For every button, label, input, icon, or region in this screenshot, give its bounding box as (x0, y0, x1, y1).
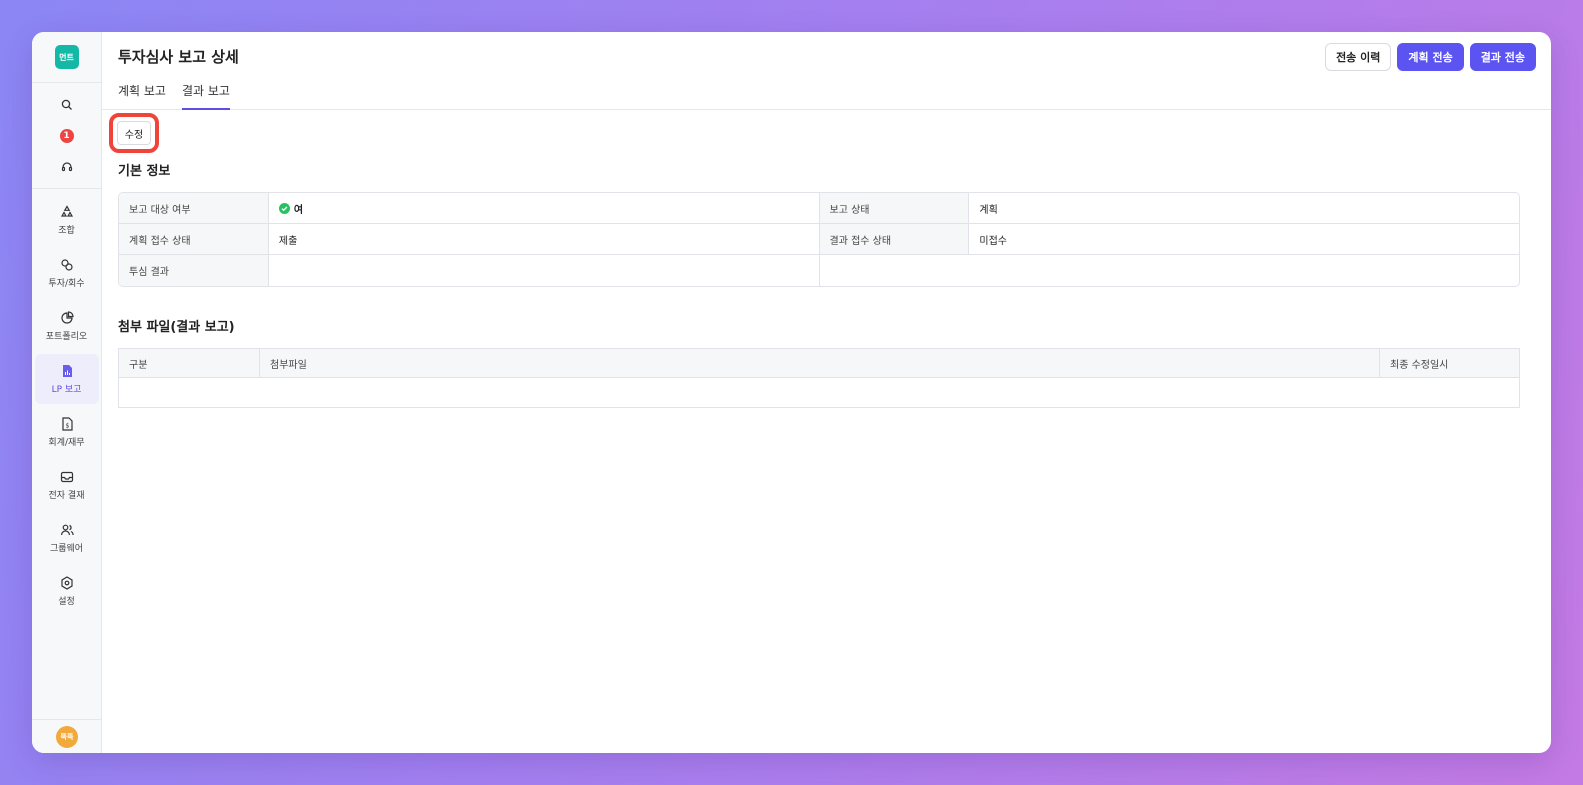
tab-plan-report[interactable]: 계획 보고 (118, 82, 166, 110)
sidebar-item-settings[interactable]: 설정 (35, 566, 99, 616)
result-receipt-value: 미접수 (979, 235, 1007, 247)
sidebar-item-portfolio[interactable]: 포트폴리오 (35, 301, 99, 351)
sidebar-item-label: 조합 (58, 225, 75, 236)
attachments-title: 첨부 파일(결과 보고) (118, 320, 235, 335)
report-target-label: 보고 대상 여부 (119, 193, 269, 223)
report-status-value: 계획 (979, 204, 998, 216)
report-target-text: 여 (293, 204, 304, 216)
sidebar-item-accounting[interactable]: $ 회계/재무 (35, 407, 99, 457)
empty-table-body (119, 378, 1519, 407)
basic-info-table: 보고 대상 여부 여 보고 상태 계획 계획 접수 상태 제출 결과 접수 상태… (118, 192, 1520, 287)
report-file-icon (62, 364, 72, 377)
empty-cell (820, 255, 1519, 286)
table-row: 계획 접수 상태 제출 결과 접수 상태 미접수 (119, 224, 1519, 255)
sidebar-item-investment[interactable]: 투자/회수 (35, 248, 99, 298)
svg-text:$: $ (65, 422, 69, 429)
report-tabs: 계획 보고 결과 보고 (118, 82, 230, 110)
send-history-button[interactable]: 전송 이력 (1325, 43, 1392, 71)
column-header-file: 첨부파일 (260, 349, 1380, 377)
avatar[interactable]: 뚝뚝 (56, 725, 78, 748)
divider (32, 188, 102, 189)
sidebar-item-label: 포트폴리오 (45, 331, 88, 342)
result-receipt-label: 결과 접수 상태 (819, 224, 970, 254)
column-header-modified: 최종 수정일시 (1390, 359, 1449, 371)
app-window: 먼트 1 조합 투자/회수 포트폴리오 LP 보고 $ 회계/재무 전자 결재 … (32, 32, 1551, 753)
check-circle-icon (278, 202, 290, 214)
sidebar-item-label: 회계/재무 (48, 437, 85, 448)
money-flow-icon (60, 258, 73, 271)
main-nav: 조합 투자/회수 포트폴리오 LP 보고 $ 회계/재무 전자 결재 그룹웨어 … (34, 195, 99, 619)
search-icon (61, 99, 72, 110)
dollar-file-icon: $ (61, 416, 73, 431)
users-icon (60, 524, 74, 535)
review-result-label: 투심 결과 (119, 255, 269, 286)
plan-receipt-value: 제출 (269, 224, 820, 254)
report-status-label: 보고 상태 (819, 193, 970, 223)
app-logo[interactable]: 먼트 (54, 45, 79, 69)
sidebar: 먼트 1 조합 투자/회수 포트폴리오 LP 보고 $ 회계/재무 전자 결재 … (32, 32, 102, 753)
sidebar-item-fund[interactable]: 조합 (35, 195, 99, 245)
settings-icon (60, 575, 73, 590)
main-content: 투자심사 보고 상세 계획 보고 결과 보고 전송 이력 계획 전송 결과 전송… (102, 32, 1551, 753)
user-area: 뚝뚝 (32, 719, 102, 753)
column-header-category: 구분 (119, 349, 260, 377)
search-button[interactable] (47, 89, 87, 120)
tab-result-report[interactable]: 결과 보고 (181, 82, 230, 110)
headset-icon (61, 161, 72, 171)
table-row: 보고 대상 여부 여 보고 상태 계획 (119, 193, 1519, 224)
pie-chart-icon (60, 310, 74, 324)
support-button[interactable] (47, 151, 87, 182)
send-plan-button[interactable]: 계획 전송 (1397, 43, 1464, 71)
basic-info-title: 기본 정보 (118, 164, 171, 179)
utility-icons: 1 (47, 89, 87, 182)
sidebar-item-label: 투자/회수 (48, 278, 85, 289)
report-target-value: 여 (269, 193, 820, 223)
sidebar-item-label: LP 보고 (51, 384, 82, 395)
header-actions: 전송 이력 계획 전송 결과 전송 (1325, 43, 1536, 71)
divider (32, 82, 102, 83)
edit-highlight: 수정 (109, 113, 159, 153)
sidebar-item-label: 전자 결재 (48, 490, 85, 501)
attachments-table: 구분 첨부파일 최종 수정일시 (118, 348, 1520, 408)
notification-badge: 1 (59, 128, 74, 143)
notification-button[interactable]: 1 (47, 120, 87, 151)
edit-button[interactable]: 수정 (117, 121, 151, 145)
send-result-button[interactable]: 결과 전송 (1469, 43, 1536, 71)
page-header: 투자심사 보고 상세 계획 보고 결과 보고 전송 이력 계획 전송 결과 전송 (102, 32, 1551, 110)
sidebar-item-groupware[interactable]: 그룹웨어 (35, 513, 99, 563)
page-title: 투자심사 보고 상세 (118, 48, 239, 66)
table-row: 투심 결과 (119, 255, 1519, 286)
inbox-icon (60, 471, 73, 482)
plan-receipt-label: 계획 접수 상태 (119, 224, 269, 254)
sidebar-item-label: 설정 (58, 596, 75, 607)
sidebar-item-lp-report[interactable]: LP 보고 (34, 354, 99, 404)
recycle-icon (60, 204, 73, 217)
sidebar-item-approval[interactable]: 전자 결재 (35, 460, 99, 510)
table-header: 구분 첨부파일 최종 수정일시 (119, 349, 1519, 378)
review-result-value (269, 255, 820, 286)
sidebar-item-label: 그룹웨어 (49, 543, 84, 554)
